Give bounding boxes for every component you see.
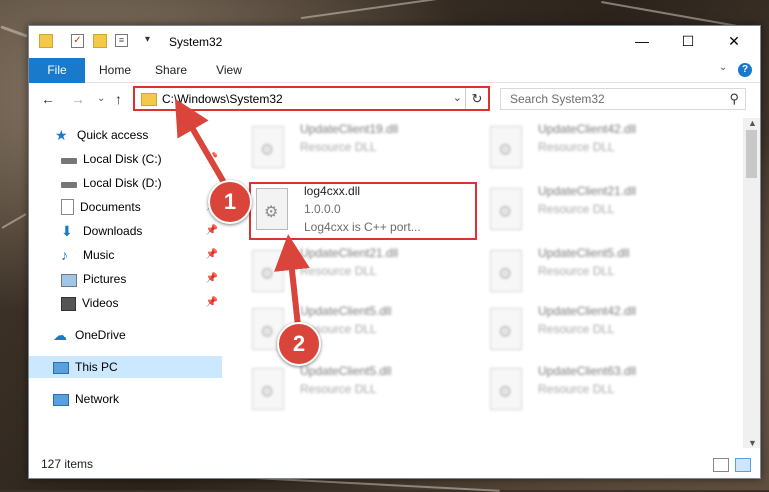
arrow-to-file	[274, 234, 310, 327]
step-badge-2: 2	[277, 322, 321, 366]
step-badge-1: 1	[208, 180, 252, 224]
annotation-arrows	[174, 98, 310, 327]
arrow-to-address-bar	[174, 98, 229, 188]
